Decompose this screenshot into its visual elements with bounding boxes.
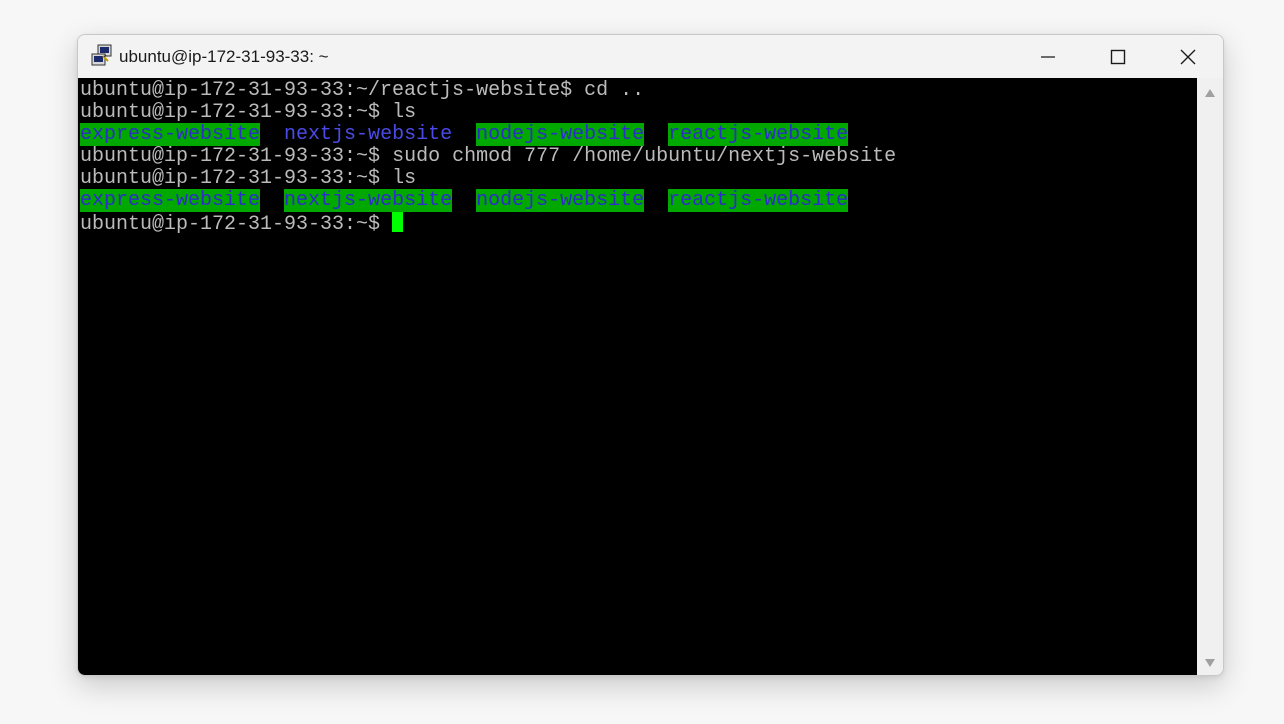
directory-entry: nodejs-website	[476, 123, 645, 146]
directory-entry: nextjs-website	[284, 123, 453, 146]
terminal-output[interactable]: ubuntu@ip-172-31-93-33:~/reactjs-website…	[78, 78, 1197, 675]
directory-entry: express-website	[80, 189, 261, 212]
text-cursor	[392, 212, 404, 232]
command-text: sudo chmod 777 /home/ubuntu/nextjs-websi…	[380, 145, 897, 168]
shell-prompt: ubuntu@ip-172-31-93-33:~$	[80, 213, 381, 236]
directory-entry: nextjs-website	[284, 189, 453, 212]
command-text: cd ..	[572, 79, 645, 102]
dir-separator	[452, 189, 476, 212]
maximize-button[interactable]	[1083, 35, 1153, 78]
ls-output-line: express-website nextjs-website nodejs-we…	[80, 123, 849, 146]
command-line: ubuntu@ip-172-31-93-33:~$	[80, 212, 404, 236]
dir-separator	[260, 123, 284, 146]
vertical-scrollbar[interactable]	[1197, 78, 1223, 675]
putty-window: ubuntu@ip-172-31-93-33: ~ ubuntu@ip-172-…	[77, 34, 1224, 676]
maximize-icon	[1110, 49, 1126, 64]
close-icon	[1180, 49, 1196, 64]
command-line: ubuntu@ip-172-31-93-33:~$ ls	[80, 102, 416, 124]
dir-separator	[260, 189, 284, 212]
command-line: ubuntu@ip-172-31-93-33:~$ sudo chmod 777…	[80, 146, 896, 168]
scroll-up-button[interactable]	[1197, 83, 1223, 103]
command-line: ubuntu@ip-172-31-93-33:~/reactjs-website…	[80, 80, 644, 102]
command-line: ubuntu@ip-172-31-93-33:~$ ls	[80, 168, 416, 190]
command-text: ls	[380, 101, 417, 124]
shell-prompt: ubuntu@ip-172-31-93-33:~/reactjs-website…	[80, 79, 573, 102]
command-text	[380, 213, 392, 236]
dir-separator	[644, 123, 668, 146]
window-title: ubuntu@ip-172-31-93-33: ~	[119, 47, 329, 66]
minimize-icon	[1041, 55, 1055, 58]
ls-output-line: express-website nextjs-website nodejs-we…	[80, 189, 849, 212]
scroll-down-button[interactable]	[1197, 653, 1223, 673]
close-button[interactable]	[1153, 35, 1223, 78]
directory-entry: reactjs-website	[668, 123, 849, 146]
directory-entry: reactjs-website	[668, 189, 849, 212]
shell-prompt: ubuntu@ip-172-31-93-33:~$	[80, 167, 381, 190]
scroll-down-arrow-icon	[1205, 659, 1215, 667]
title-bar[interactable]: ubuntu@ip-172-31-93-33: ~	[78, 35, 1223, 78]
scroll-up-arrow-icon	[1205, 89, 1215, 97]
dir-separator	[452, 123, 476, 146]
shell-prompt: ubuntu@ip-172-31-93-33:~$	[80, 101, 381, 124]
command-text: ls	[380, 167, 417, 190]
dir-separator	[644, 189, 668, 212]
directory-entry: nodejs-website	[476, 189, 645, 212]
minimize-button[interactable]	[1013, 35, 1083, 78]
shell-prompt: ubuntu@ip-172-31-93-33:~$	[80, 145, 381, 168]
putty-app-icon[interactable]	[90, 44, 114, 68]
directory-entry: express-website	[80, 123, 261, 146]
